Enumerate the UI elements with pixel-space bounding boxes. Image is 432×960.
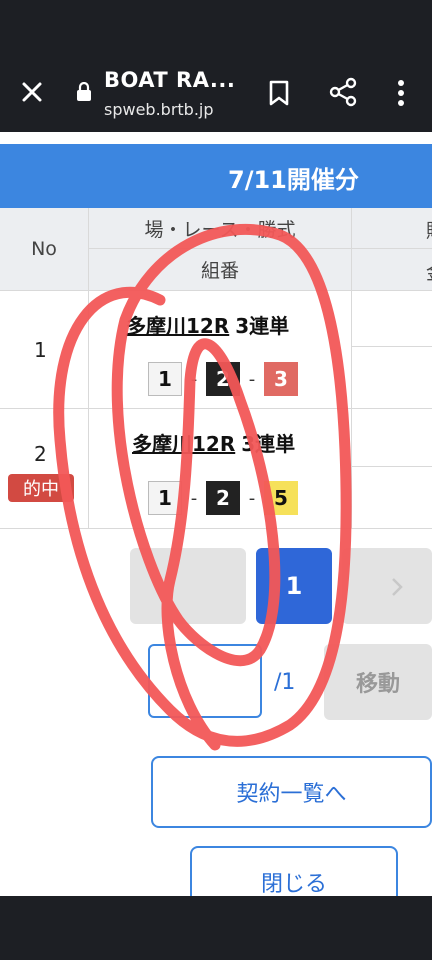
- combo-first: 1: [148, 362, 182, 396]
- date-banner: 7/11開催分: [0, 144, 432, 208]
- divider: [0, 408, 432, 409]
- share-icon[interactable]: [328, 77, 358, 107]
- page-number-input[interactable]: [148, 644, 262, 718]
- divider: [89, 248, 432, 249]
- combination: 1 - 2 - 3: [148, 362, 298, 396]
- system-nav-bar: [0, 896, 432, 960]
- combination: 1 - 2 - 5: [148, 481, 298, 515]
- header-combo-label: 組番: [200, 260, 239, 282]
- browser-toolbar: BOAT RA... spweb.brtb.jp: [0, 52, 432, 132]
- header-no: No: [0, 208, 88, 290]
- dash: -: [248, 487, 256, 509]
- contracts-list-label: 契約一覧へ: [236, 782, 347, 807]
- header-race-label: 場・レース・勝式: [144, 218, 296, 241]
- header-combo: 組番: [89, 249, 351, 290]
- bookmark-icon[interactable]: [266, 79, 292, 107]
- close-page-button[interactable]: 閉じる: [190, 846, 398, 896]
- prev-page-button[interactable]: [130, 548, 246, 624]
- banner-title: 7/11開催分: [228, 166, 359, 194]
- bet-type: 3連単: [235, 314, 290, 338]
- close-page-label: 閉じる: [260, 872, 327, 896]
- header-amount-sub-label: 金: [426, 258, 432, 285]
- dash: -: [190, 368, 198, 390]
- race-link[interactable]: 多摩川12R 3連単: [132, 428, 295, 457]
- row-number: 1: [34, 338, 47, 362]
- header-amount: 購: [352, 208, 432, 248]
- hit-badge: 的中: [8, 474, 74, 502]
- page-total: /1: [274, 670, 296, 695]
- header-no-label: No: [31, 238, 57, 260]
- race-link[interactable]: 多摩川12R 3連単: [126, 310, 289, 339]
- current-page-label: 1: [285, 572, 303, 600]
- divider: [352, 466, 432, 467]
- combo-first: 1: [148, 481, 182, 515]
- race-name[interactable]: 多摩川12R: [132, 432, 235, 456]
- tab-title: BOAT RA...: [104, 68, 236, 92]
- header-amount-label: 購: [426, 216, 432, 243]
- race-name[interactable]: 多摩川12R: [126, 314, 229, 338]
- move-button-label: 移動: [355, 672, 400, 697]
- close-icon[interactable]: [16, 76, 48, 108]
- header-amount-sub: 金: [352, 249, 432, 290]
- more-vert-icon[interactable]: [390, 78, 412, 108]
- header-race: 場・レース・勝式: [89, 208, 351, 248]
- page-content: 7/11開催分 No 場・レース・勝式 組番 購 金 1 多摩川12R3連単 1…: [0, 132, 432, 896]
- contracts-list-button[interactable]: 契約一覧へ: [151, 756, 432, 828]
- chevron-right-icon: [392, 578, 403, 596]
- divider: [0, 528, 432, 529]
- divider: [351, 208, 352, 528]
- dash: -: [248, 368, 256, 390]
- combo-second: 2: [206, 481, 240, 515]
- combo-third: 3: [264, 362, 298, 396]
- divider: [352, 346, 432, 347]
- next-page-button[interactable]: [342, 548, 432, 624]
- url-text[interactable]: spweb.brtb.jp: [104, 100, 214, 119]
- current-page-button[interactable]: 1: [256, 548, 332, 624]
- divider: [88, 208, 89, 528]
- divider: [0, 290, 432, 291]
- status-bar: [0, 0, 432, 52]
- dash: -: [190, 487, 198, 509]
- move-button[interactable]: 移動: [324, 644, 432, 720]
- bet-type: 3連単: [241, 432, 296, 456]
- lock-icon: [77, 82, 91, 101]
- combo-third: 5: [264, 481, 298, 515]
- row-number: 2: [34, 442, 47, 466]
- combo-second: 2: [206, 362, 240, 396]
